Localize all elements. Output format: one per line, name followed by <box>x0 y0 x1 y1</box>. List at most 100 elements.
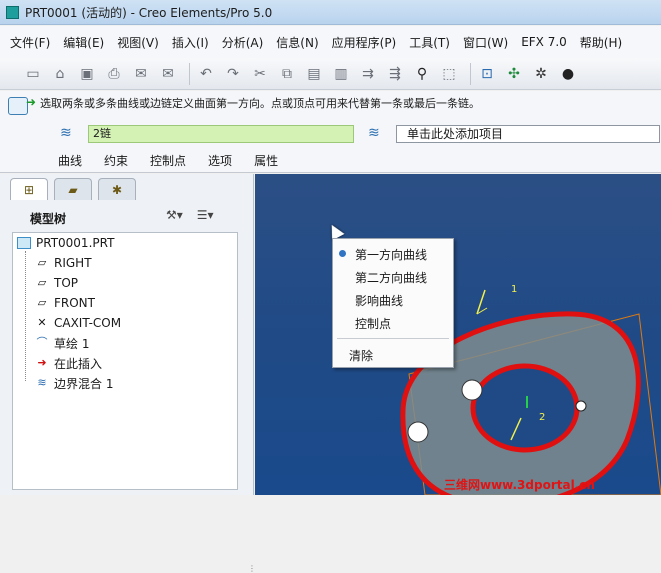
tree-tools: ⚒▾ ☰▾ <box>166 208 214 222</box>
tree-item-label: TOP <box>54 276 79 290</box>
menu-efx[interactable]: EFX 7.0 <box>521 35 567 49</box>
menu-info[interactable]: 信息(N) <box>276 34 318 51</box>
menu-bar: 文件(F) 编辑(E) 视图(V) 插入(I) 分析(A) 信息(N) 应用程序… <box>0 26 661 58</box>
title-bar: PRT0001 (活动的) - Creo Elements/Pro 5.0 <box>0 0 661 25</box>
redo-icon[interactable]: ↷ <box>222 63 244 85</box>
menu-analysis[interactable]: 分析(A) <box>222 34 264 51</box>
select-box-icon[interactable]: ⬚ <box>438 63 460 85</box>
drag-handle[interactable] <box>407 421 429 443</box>
new-icon[interactable]: ▭ <box>22 63 44 85</box>
menu-view[interactable]: 视图(V) <box>117 34 159 51</box>
settings-icon[interactable]: ⚒▾ <box>166 208 183 222</box>
cut-icon[interactable]: ✂ <box>249 63 271 85</box>
panel-title: 模型树 <box>30 212 67 226</box>
menu-edit[interactable]: 编辑(E) <box>63 34 104 51</box>
model-tree-tab[interactable]: ⊞ <box>10 178 48 200</box>
second-direction-icon: ≋ <box>368 125 380 141</box>
menu-help[interactable]: 帮助(H) <box>580 34 622 51</box>
graphics-window[interactable]: 1 2 <box>255 174 661 495</box>
datum-plane-icon: ▱ <box>37 296 47 309</box>
menu-second-direction-curves[interactable]: 第二方向曲线 <box>355 269 427 286</box>
tree-connector <box>25 251 26 381</box>
email-icon[interactable]: ✉ <box>130 63 152 85</box>
tree-item-label: 边界混合 1 <box>54 376 114 391</box>
context-menu: 第一方向曲线 第二方向曲线 影响曲线 控制点 清除 <box>332 238 454 368</box>
tab-control-points[interactable]: 控制点 <box>150 152 186 169</box>
menu-tools[interactable]: 工具(T) <box>409 34 450 51</box>
message-arrow-icon: ➜ <box>26 95 37 109</box>
selected-bullet-icon <box>339 250 346 257</box>
tree-item-csys[interactable]: ✕ CAXIT-COM <box>35 313 121 333</box>
menu-influence-curves[interactable]: 影响曲线 <box>355 292 403 309</box>
regen-manager-icon[interactable]: ⇶ <box>384 63 406 85</box>
email-attach-icon[interactable]: ✉ <box>157 63 179 85</box>
menu-window[interactable]: 窗口(W) <box>463 34 508 51</box>
first-direction-collector[interactable]: 2链 <box>88 125 354 143</box>
print-icon[interactable]: ⎙ <box>103 63 125 85</box>
paste-special-icon[interactable]: ▥ <box>330 63 352 85</box>
drag-handle[interactable] <box>461 379 483 401</box>
copy-icon[interactable]: ⧉ <box>276 63 298 85</box>
app-icon <box>6 5 19 19</box>
favorites-tab[interactable]: ✱ <box>98 178 136 200</box>
undo-icon[interactable]: ↶ <box>195 63 217 85</box>
tab-constraints[interactable]: 约束 <box>104 152 128 169</box>
watermark: 三维网www.3dportal.cn <box>444 478 595 492</box>
view-icon[interactable]: ⊡ <box>476 63 498 85</box>
tree-item-label: CAXIT-COM <box>54 316 122 330</box>
menu-separator <box>337 338 449 339</box>
dashboard-tabs: 曲线 约束 控制点 选项 属性 <box>58 152 300 169</box>
feature-dashboard: ➜ 选取两条或多条曲线或边链定义曲面第一方向。点或顶点可用来代替第一条或最后一条… <box>0 91 661 173</box>
vertex-point[interactable] <box>575 400 587 412</box>
tab-options[interactable]: 选项 <box>208 152 232 169</box>
menu-applications[interactable]: 应用程序(P) <box>332 34 397 51</box>
tree-item-label: RIGHT <box>54 256 92 270</box>
menu-clear[interactable]: 清除 <box>349 347 373 364</box>
window-title: PRT0001 (活动的) - Creo Elements/Pro 5.0 <box>25 5 273 20</box>
datum-plane-icon: ▱ <box>37 256 47 269</box>
shade-icon[interactable]: ● <box>557 63 579 85</box>
datum-plane-icon: ▱ <box>37 276 47 289</box>
tree-item-right[interactable]: ▱ RIGHT <box>35 253 92 273</box>
spin-icon[interactable]: ✲ <box>530 63 552 85</box>
inner-boundary-curve <box>470 363 580 453</box>
tree-item-top[interactable]: ▱ TOP <box>35 273 78 293</box>
folder-browser-tab[interactable]: ▰ <box>54 178 92 200</box>
menu-control-points[interactable]: 控制点 <box>355 315 391 332</box>
message-hint: 选取两条或多条曲线或边链定义曲面第一方向。点或顶点可用来代替第一条或最后一条链。 <box>40 97 480 110</box>
toolbar-separator <box>189 62 190 85</box>
paste-icon[interactable]: ▤ <box>303 63 325 85</box>
find-icon[interactable]: ⚲ <box>411 63 433 85</box>
menu-file[interactable]: 文件(F) <box>10 34 50 51</box>
curve-label-2: 2 <box>539 412 545 423</box>
model-tree: PRT0001.PRT ▱ RIGHT ▱ TOP ▱ FRONT ✕ CAXI… <box>12 232 238 490</box>
menu-first-direction-curves[interactable]: 第一方向曲线 <box>355 246 427 263</box>
tree-item-front[interactable]: ▱ FRONT <box>35 293 95 313</box>
coordinate-system-icon: ✕ <box>37 316 47 329</box>
tree-item-boundary-blend[interactable]: ≋ 边界混合 1 <box>35 373 113 393</box>
splitter-handle[interactable]: ⋮ <box>248 564 256 573</box>
first-direction-icon: ≋ <box>60 125 72 141</box>
menu-insert[interactable]: 插入(I) <box>172 34 209 51</box>
tree-item-sketch[interactable]: ⌒ 草绘 1 <box>35 333 90 353</box>
second-direction-collector[interactable]: 单击此处添加项目 <box>396 125 660 143</box>
tab-curves[interactable]: 曲线 <box>58 152 82 169</box>
insert-here-arrow-icon: ➜ <box>37 356 47 369</box>
navigator-panel: ⊞ ▰ ✱ 模型树 ⚒▾ ☰▾ PRT0001.PRT ▱ RIGHT ▱ TO… <box>0 174 256 573</box>
boundary-blend-icon: ≋ <box>37 376 47 389</box>
tree-item-label: FRONT <box>54 296 95 310</box>
toolbar-separator <box>470 62 471 85</box>
model-view: 1 2 <box>400 284 661 495</box>
tree-item-insert-here[interactable]: ➜ 在此插入 <box>35 353 102 373</box>
tab-properties[interactable]: 属性 <box>254 152 278 169</box>
tree-item-label: 草绘 1 <box>54 336 90 351</box>
open-icon[interactable]: ⌂ <box>49 63 71 85</box>
tree-item-label: PRT0001.PRT <box>36 236 115 250</box>
curve-label-1: 1 <box>511 284 517 295</box>
save-icon[interactable]: ▣ <box>76 63 98 85</box>
datum-icon[interactable]: ✣ <box>503 63 525 85</box>
show-icon[interactable]: ☰▾ <box>197 208 214 222</box>
tree-item-part[interactable]: PRT0001.PRT <box>17 233 114 253</box>
sketch-icon: ⌒ <box>36 336 48 349</box>
regen-icon[interactable]: ⇉ <box>357 63 379 85</box>
